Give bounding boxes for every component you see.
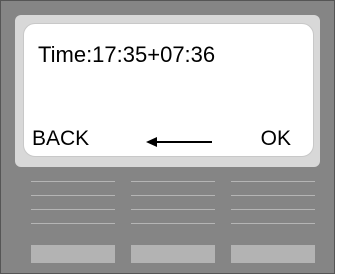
time-readout: Time:17:35+07:36 (38, 42, 216, 67)
left-softkey-button[interactable] (31, 245, 115, 263)
key-label-slots (31, 181, 315, 236)
ok-softkey-label: OK (260, 127, 291, 150)
key-label-slot-middle (131, 181, 215, 236)
left-arrow-icon (146, 137, 212, 147)
key-label-slot-right (231, 181, 315, 236)
right-softkey-button[interactable] (231, 245, 315, 263)
key-label-slot-left (31, 181, 115, 236)
device-panel: Time:17:35+07:36 BACK OK (0, 0, 335, 274)
back-softkey-label: BACK (32, 127, 90, 150)
middle-softkey-button[interactable] (131, 245, 215, 263)
lcd-screen: Time:17:35+07:36 BACK OK (23, 23, 314, 157)
